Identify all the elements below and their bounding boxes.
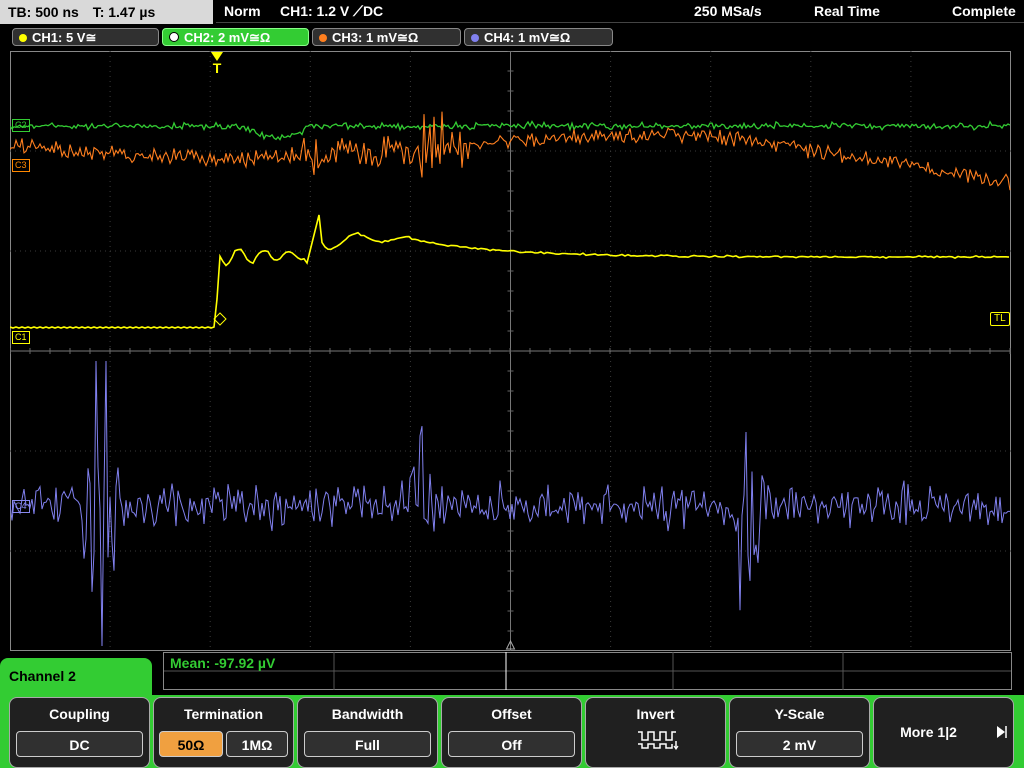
tab-ch1-label: CH1: 5 V≅ [32, 30, 97, 45]
tab-ch4-label: CH4: 1 mV≅Ω [484, 30, 571, 45]
offset-header: Offset [491, 706, 532, 722]
invert-header: Invert [636, 706, 675, 722]
coupling-softkey[interactable]: Coupling DC [9, 697, 150, 768]
termination-softkey[interactable]: Termination 50Ω 1MΩ [153, 697, 294, 768]
trigger-level-label: TL [994, 313, 1006, 324]
invert-softkey[interactable]: Invert [585, 697, 726, 768]
waveform-display[interactable] [10, 51, 1011, 651]
coupling-value[interactable]: DC [16, 731, 143, 757]
tab-ch2-label: CH2: 2 mV≅Ω [184, 30, 271, 45]
ch2-marker-label: C2 [15, 120, 27, 130]
more-label: More 1|2 [900, 724, 957, 740]
ch4-marker-label: C4 [15, 501, 27, 511]
trigger-time-label: T: 1.47 µs [92, 4, 156, 20]
acquisition-state: Complete [952, 3, 1016, 19]
ch4-offset-marker[interactable]: C4 [12, 500, 30, 513]
timebase-box[interactable]: TB: 500 ns T: 1.47 µs [0, 0, 213, 24]
tab-ch1[interactable]: CH1: 5 V≅ [12, 28, 159, 46]
termination-header: Termination [183, 706, 264, 722]
offset-softkey[interactable]: Offset Off [441, 697, 582, 768]
trigger-level-marker[interactable]: TL [990, 312, 1010, 326]
acquisition-mode: Real Time [814, 3, 880, 19]
trigger-marker-icon[interactable]: T [211, 52, 223, 75]
play-arrow-icon [997, 726, 1007, 738]
more-softkey[interactable]: More 1|2 [873, 697, 1014, 768]
measurement-panel: Mean: -97.92 µV [163, 652, 1012, 690]
measurement-grid [164, 652, 1011, 690]
status-bar: Norm CH1: 1.2 V ⟋DC 250 MSa/s Real Time … [216, 0, 1024, 23]
termination-50ohm-option[interactable]: 50Ω [159, 731, 223, 757]
y-scale-header: Y-Scale [774, 706, 825, 722]
ch3-marker-label: C3 [15, 160, 27, 170]
y-scale-value[interactable]: 2 mV [736, 731, 863, 757]
bandwidth-value[interactable]: Full [304, 731, 431, 757]
ch3-dot-icon [319, 34, 327, 42]
ch3-offset-marker[interactable]: C3 [12, 159, 30, 172]
trigger-setting[interactable]: CH1: 1.2 V ⟋DC [280, 0, 383, 22]
coupling-header: Coupling [49, 706, 110, 722]
trigger-mode[interactable]: Norm [224, 0, 261, 22]
offset-value[interactable]: Off [448, 731, 575, 757]
tab-ch4[interactable]: CH4: 1 mV≅Ω [464, 28, 613, 46]
ch1-dot-icon [19, 34, 27, 42]
tab-ch3[interactable]: CH3: 1 mV≅Ω [312, 28, 461, 46]
mean-measurement: Mean: -97.92 µV [170, 655, 276, 671]
bandwidth-softkey[interactable]: Bandwidth Full [297, 697, 438, 768]
y-scale-softkey[interactable]: Y-Scale 2 mV [729, 697, 870, 768]
ch1-offset-marker[interactable]: C1 [12, 331, 30, 344]
tab-ch3-label: CH3: 1 mV≅Ω [332, 30, 419, 45]
ch1-marker-label: C1 [15, 332, 27, 342]
ch2-offset-marker[interactable]: C2 [12, 119, 30, 132]
ch2-dot-icon [169, 32, 179, 42]
invert-pulse-icon [638, 731, 679, 750]
waveform-canvas [10, 51, 1011, 651]
trigger-marker-label: T [212, 60, 222, 76]
sample-rate: 250 MSa/s [694, 3, 762, 19]
bandwidth-header: Bandwidth [331, 706, 404, 722]
termination-1mohm-option[interactable]: 1MΩ [226, 731, 288, 757]
timebase-label: TB: 500 ns [8, 4, 79, 20]
menu-title: Channel 2 [9, 668, 76, 684]
ch4-dot-icon [471, 34, 479, 42]
tab-ch2[interactable]: CH2: 2 mV≅Ω [162, 28, 309, 46]
